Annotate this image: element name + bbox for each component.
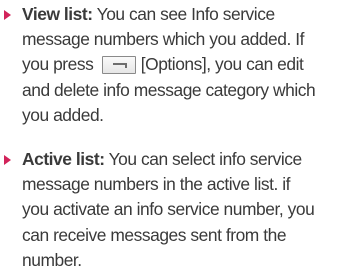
- text-line: you activate an info service number, you: [22, 199, 315, 220]
- term-view-list: View list:: [22, 4, 93, 24]
- text-line: View list: You can see Info service: [22, 2, 339, 27]
- item-text: View list: You can see Info service mess…: [22, 2, 339, 128]
- item-text: Active list: You can select info service…: [22, 147, 339, 273]
- text-segment: [Options], you can edit: [140, 54, 304, 75]
- text-line: message numbers in the active list. if: [22, 174, 291, 195]
- text-line: and delete info message category which: [22, 79, 316, 100]
- triangle-bullet-icon: [4, 155, 11, 165]
- triangle-bullet-icon: [4, 10, 11, 20]
- text-line: number.: [22, 249, 82, 270]
- text-segment: You can see Info service: [92, 4, 276, 24]
- text-line: can receive messages sent from the: [22, 224, 287, 245]
- text-segment: You can select info service: [104, 149, 303, 169]
- text-line: Active list: You can select info service: [22, 147, 339, 172]
- options-key-icon: [101, 55, 136, 74]
- text-line: message numbers which you added. If: [22, 29, 304, 50]
- manual-page: View list: You can see Info service mess…: [0, 0, 339, 275]
- term-active-list: Active list:: [22, 149, 105, 169]
- text-line: you added.: [22, 104, 104, 125]
- text-segment: you press: [22, 54, 98, 75]
- text-line: you press [Options], you can edit: [22, 52, 339, 77]
